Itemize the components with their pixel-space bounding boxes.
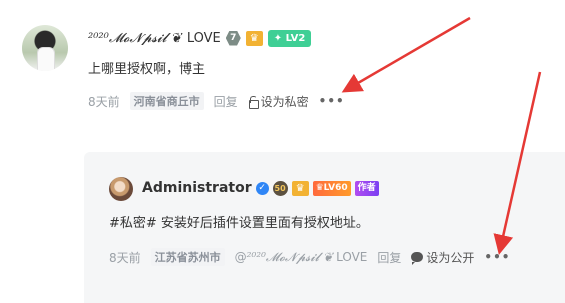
admin-avatar[interactable] [109,177,133,201]
reply-button[interactable]: 回复 [214,93,238,110]
reply-container: Administrator ✓ 50 ♛ ♛LV60 作者 #私密# 安装好后插… [84,152,565,303]
level-hex-badge: 7 [225,30,241,46]
location-tag: 江苏省苏州市 [150,248,225,266]
set-private-label: 设为私密 [260,94,309,109]
verified-icon: ✓ [255,181,269,195]
reply-header: Administrator ✓ 50 ♛ ♛LV60 作者 [142,178,379,198]
more-options-button[interactable]: ••• [484,250,510,264]
lock-icon [248,95,259,109]
level-50-badge: 50 [272,180,288,196]
lv-badge: ✦ LV2 [267,29,312,47]
mention-name: ²⁰²⁰𝓜𝓸𝓝𝓹𝓼𝓲𝓵 ❦ [246,249,333,264]
more-options-button[interactable]: ••• [319,94,345,108]
username-suffix: LOVE [186,30,221,46]
mention-at: @ [234,249,247,264]
avatar[interactable] [22,25,68,71]
set-private-button[interactable]: 设为私密 [248,93,309,110]
username-text: ²⁰²⁰𝓜𝓸𝓝𝓹𝓼𝓲𝓵 ❦ [88,30,181,46]
set-public-button[interactable]: 设为公开 [411,249,474,266]
mention-suffix: LOVE [336,249,368,264]
reply-button[interactable]: 回复 [377,249,401,266]
comment-time: 8天前 [88,94,120,109]
comment-item: ²⁰²⁰𝓜𝓸𝓝𝓹𝓼𝓲𝓵 ❦ LOVE 7 ♛ ✦ LV2 上哪里授权啊，博主 8… [22,22,562,142]
comment-content: 上哪里授权啊，博主 [88,62,206,77]
comment-meta: 8天前 河南省商丘市 回复 设为私密 ••• [88,92,345,110]
reply-time: 8天前 [109,250,141,265]
admin-username[interactable]: Administrator [142,180,252,196]
set-public-label: 设为公开 [426,250,475,265]
vip-level-badge: ♛LV60 [312,180,351,196]
chat-bubble-icon [411,252,424,265]
reply-content: #私密# 安装好后插件设置里面有授权地址。 [109,216,369,231]
location-tag: 河南省商丘市 [129,92,204,110]
comment-header: ²⁰²⁰𝓜𝓸𝓝𝓹𝓼𝓲𝓵 ❦ LOVE 7 ♛ ✦ LV2 [88,28,312,48]
mention-link[interactable]: @²⁰²⁰𝓜𝓸𝓝𝓹𝓼𝓲𝓵 ❦ LOVE [235,250,368,265]
username[interactable]: ²⁰²⁰𝓜𝓸𝓝𝓹𝓼𝓲𝓵 ❦ LOVE [88,31,221,46]
crown-badge: ♛ [291,180,309,196]
author-badge: 作者 [354,180,379,196]
crown-badge: ♛ [245,30,263,46]
reply-meta: 8天前 江苏省苏州市 @²⁰²⁰𝓜𝓸𝓝𝓹𝓼𝓲𝓵 ❦ LOVE 回复 设为公开 •… [109,248,510,266]
